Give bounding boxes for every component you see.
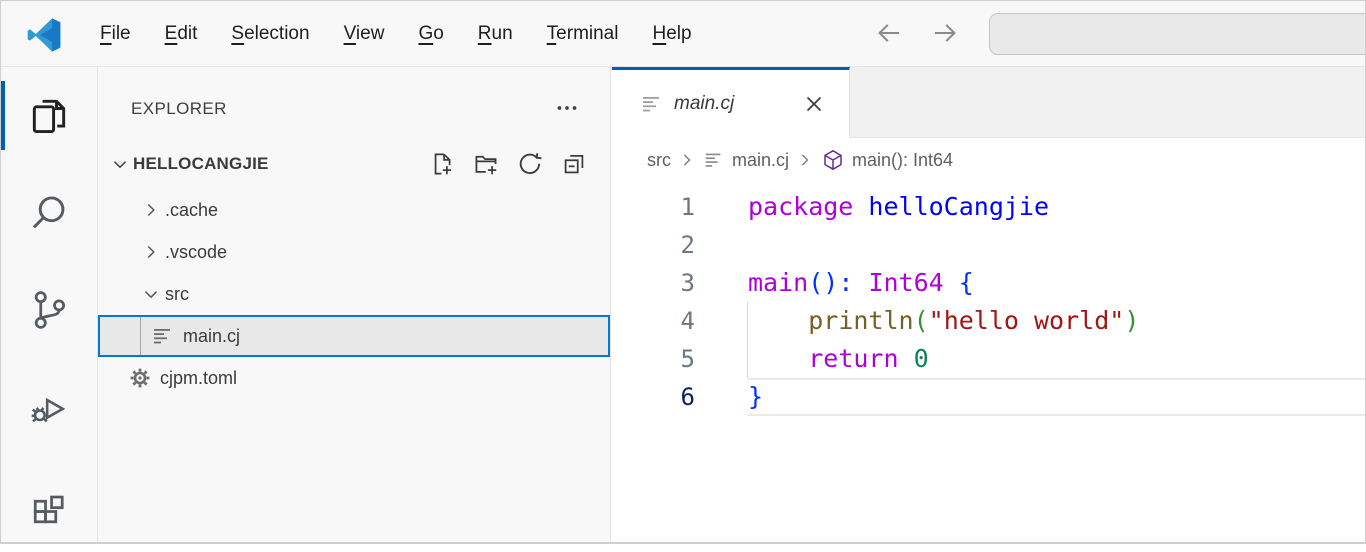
code-line-text[interactable]: main(): Int64 { xyxy=(748,264,1365,302)
line-number[interactable]: 4 xyxy=(612,302,695,340)
indent-guide xyxy=(747,340,748,378)
code-line-text[interactable]: package helloCangjie xyxy=(748,188,1365,226)
breadcrumb: src main.cj main(): Int64 xyxy=(612,138,1365,182)
code-line-text[interactable]: println("hello world") xyxy=(748,302,1365,340)
menu-edit[interactable]: Edit xyxy=(148,17,215,51)
tree-item-cjpm-toml[interactable]: cjpm.toml xyxy=(98,357,610,399)
tab-label: main.cj xyxy=(674,93,734,115)
menu-file[interactable]: File xyxy=(83,17,148,51)
tree-item-main-cj[interactable]: main.cj xyxy=(98,315,610,357)
activitybar-run-and-debug[interactable] xyxy=(1,358,97,455)
more-actions-icon[interactable] xyxy=(552,93,582,123)
tree-item-label: cjpm.toml xyxy=(160,368,237,389)
menu-help[interactable]: Help xyxy=(635,17,708,51)
activitybar-extensions[interactable] xyxy=(1,455,97,552)
tree-item-label: src xyxy=(165,284,189,305)
vscode-window: FileEditSelectionViewGoRunTerminalHelp E… xyxy=(0,0,1366,544)
tab-strip: main.cj xyxy=(612,67,1365,138)
line-number[interactable]: 1 xyxy=(612,188,695,226)
new-file-icon[interactable] xyxy=(428,150,456,178)
chevron-right-icon xyxy=(140,199,162,221)
code-line-text[interactable]: return 0 xyxy=(748,340,1365,378)
file-tree: .cache .vscode src main.cj cjpm.toml xyxy=(98,189,610,399)
files-icon xyxy=(27,94,71,138)
code-line-5[interactable]: 5 return 0 xyxy=(612,340,1365,378)
line-number[interactable]: 6 xyxy=(612,378,695,416)
menu-run[interactable]: Run xyxy=(461,17,530,51)
editor-group: main.cj src main.cj xyxy=(612,67,1365,542)
folder-section-header[interactable]: HELLOCANGJIE xyxy=(98,143,610,185)
line-number[interactable]: 2 xyxy=(612,226,695,264)
menu-go[interactable]: Go xyxy=(401,17,460,51)
explorer-sidebar: EXPLORER HELLOCANGJIE .cache .vscode src ma… xyxy=(98,67,611,542)
tree-item--cache[interactable]: .cache xyxy=(98,189,610,231)
code-line-2[interactable]: 2 xyxy=(612,226,1365,264)
debug-icon xyxy=(27,385,71,429)
indent-guide xyxy=(747,302,748,340)
tree-item--vscode[interactable]: .vscode xyxy=(98,231,610,273)
go-back-icon[interactable] xyxy=(871,15,907,51)
sidebar-header: EXPLORER xyxy=(98,91,610,127)
gear-icon xyxy=(128,366,152,390)
history-nav xyxy=(871,15,963,51)
tab-strip-filler xyxy=(850,67,1365,138)
tree-item-label: main.cj xyxy=(183,326,240,347)
indent-guide xyxy=(140,317,141,355)
git-branch-icon xyxy=(27,288,71,332)
line-number[interactable]: 5 xyxy=(612,340,695,378)
close-tab-icon[interactable] xyxy=(801,91,827,117)
collapse-all-icon[interactable] xyxy=(560,150,588,178)
file-lines-icon xyxy=(703,149,725,171)
file-lines-icon xyxy=(640,92,664,116)
menu-selection[interactable]: Selection xyxy=(214,17,326,51)
chevron-down-icon xyxy=(109,153,131,175)
vscode-logo-icon xyxy=(27,18,61,52)
line-number[interactable]: 3 xyxy=(612,264,695,302)
extensions-icon xyxy=(27,482,71,526)
breadcrumb-symbol[interactable]: main(): Int64 xyxy=(852,150,953,171)
code-line-3[interactable]: 3 main(): Int64 { xyxy=(612,264,1365,302)
search-icon xyxy=(27,191,71,235)
tree-item-src[interactable]: src xyxy=(98,273,610,315)
chevron-down-icon xyxy=(140,283,162,305)
activitybar-source-control[interactable] xyxy=(1,261,97,358)
tree-item-label: .vscode xyxy=(165,242,227,263)
code-line-1[interactable]: 1 package helloCangjie xyxy=(612,188,1365,226)
section-name: HELLOCANGJIE xyxy=(133,154,269,174)
command-center-search[interactable] xyxy=(989,13,1365,55)
title-bar: FileEditSelectionViewGoRunTerminalHelp xyxy=(1,1,1365,67)
refresh-icon[interactable] xyxy=(516,150,544,178)
menu-bar: FileEditSelectionViewGoRunTerminalHelp xyxy=(83,1,709,67)
breadcrumb-folder[interactable]: src xyxy=(647,150,671,171)
code-line-text[interactable] xyxy=(748,226,1365,264)
tree-item-label: .cache xyxy=(165,200,218,221)
menu-terminal[interactable]: Terminal xyxy=(530,17,636,51)
chevron-right-icon xyxy=(795,150,815,170)
symbol-method-icon xyxy=(821,148,845,172)
activity-bar xyxy=(1,67,98,542)
chevron-right-icon xyxy=(140,241,162,263)
code-line-6[interactable]: 6} xyxy=(612,378,1365,416)
sidebar-title: EXPLORER xyxy=(131,99,227,119)
code-line-4[interactable]: 4 println("hello world") xyxy=(612,302,1365,340)
activitybar-search[interactable] xyxy=(1,164,97,261)
chevron-right-icon xyxy=(677,150,697,170)
file-lines-icon xyxy=(151,324,175,348)
breadcrumb-file[interactable]: main.cj xyxy=(732,150,789,171)
activitybar-explorer[interactable] xyxy=(1,67,97,164)
code-line-text[interactable]: } xyxy=(748,378,1365,416)
menu-view[interactable]: View xyxy=(327,17,402,51)
go-forward-icon[interactable] xyxy=(927,15,963,51)
code-editor[interactable]: 1 package helloCangjie 23 main(): Int64 {4 … xyxy=(612,182,1365,542)
section-actions xyxy=(428,150,588,178)
tab-main-cj[interactable]: main.cj xyxy=(612,67,850,138)
new-folder-icon[interactable] xyxy=(472,150,500,178)
